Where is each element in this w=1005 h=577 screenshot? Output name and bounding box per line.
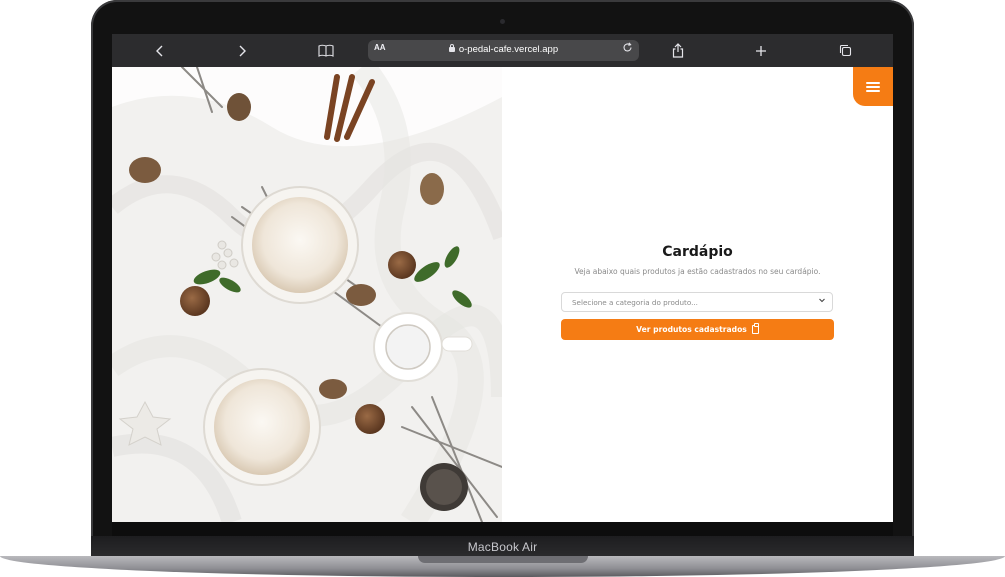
bookmarks-button[interactable] [311, 34, 341, 67]
browser-toolbar: AA o-pedal-cafe.vercel.app [112, 34, 893, 67]
hamburger-icon [866, 81, 880, 92]
menu-toggle-button[interactable] [853, 67, 893, 106]
back-icon [156, 45, 163, 56]
view-products-button-label: Ver produtos cadastrados [636, 325, 747, 334]
reload-icon [623, 42, 632, 52]
new-tab-button[interactable] [746, 34, 776, 67]
clipboard-icon [751, 323, 759, 334]
web-page: Cardápio Veja abaixo quais produtos ja e… [112, 67, 893, 522]
coffee-flatlay-image [112, 67, 502, 522]
back-button[interactable] [145, 34, 175, 67]
page-title: Cardápio [662, 244, 733, 260]
category-select-placeholder: Selecione a categoria do produto... [572, 298, 698, 307]
chevron-down-icon [818, 296, 826, 306]
laptop-notch [418, 556, 588, 563]
book-icon [318, 44, 334, 57]
menu-panel: Cardápio Veja abaixo quais produtos ja e… [502, 67, 893, 522]
category-select[interactable]: Selecione a categoria do produto... [561, 292, 833, 312]
tabs-icon [839, 44, 851, 57]
hero-photo [112, 67, 502, 522]
screen: AA o-pedal-cafe.vercel.app Cardápio Veja… [112, 34, 893, 522]
forward-button[interactable] [227, 34, 257, 67]
device-label: MacBook Air [91, 536, 914, 558]
view-products-button[interactable]: Ver produtos cadastrados [561, 319, 834, 340]
lock-icon [448, 44, 455, 52]
share-icon [672, 43, 684, 58]
plus-icon [756, 45, 766, 56]
page-subtitle: Veja abaixo quais produtos ja estão cada… [574, 267, 821, 276]
address-bar[interactable]: AA o-pedal-cafe.vercel.app [368, 40, 639, 61]
url-text: o-pedal-cafe.vercel.app [368, 44, 639, 55]
camera [500, 19, 505, 24]
reload-button[interactable] [622, 42, 633, 56]
url-label: o-pedal-cafe.vercel.app [458, 44, 559, 55]
forward-icon [239, 45, 246, 56]
tabs-button[interactable] [830, 34, 860, 67]
share-button[interactable] [663, 34, 693, 67]
